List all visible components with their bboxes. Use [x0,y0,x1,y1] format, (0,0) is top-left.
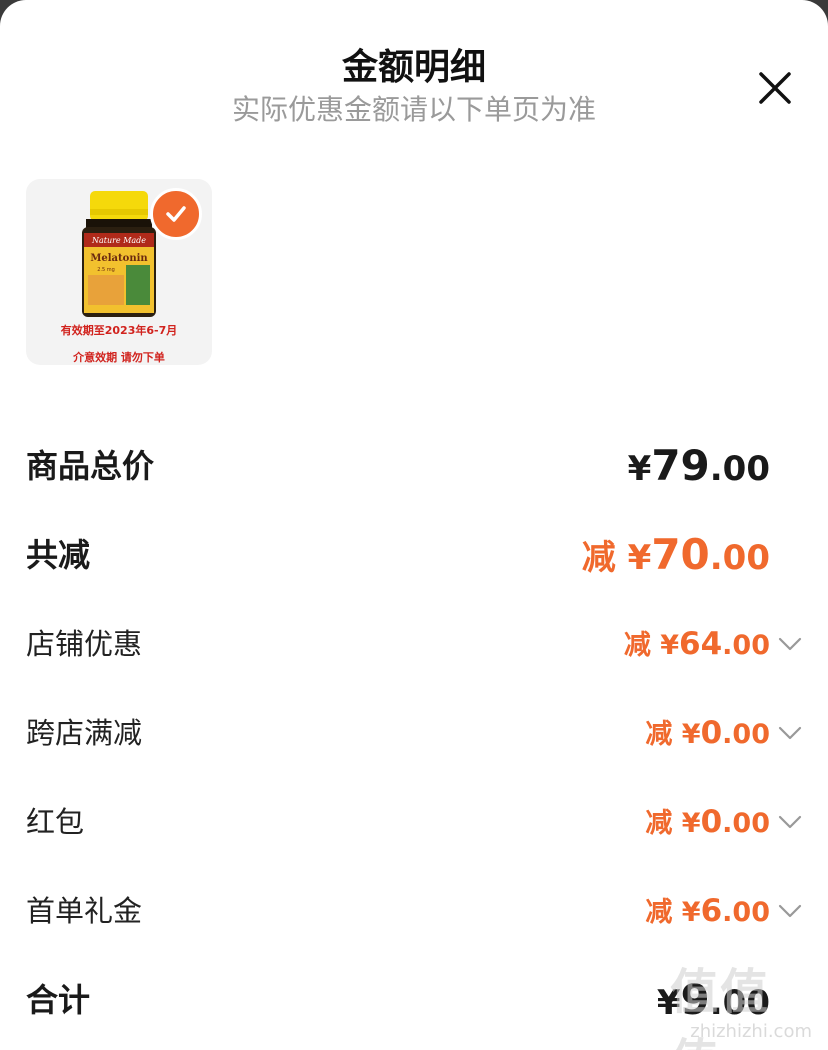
total-discount-row: 共减 减 ¥70.00 [26,525,828,585]
label-dose-text: 2.5 mg [97,267,115,273]
total-discount-label: 共减 [26,536,91,574]
watermark-domain: zhizhizhi.com [690,1021,812,1042]
chevron-down-icon[interactable] [776,630,804,658]
currency-symbol: ¥ [627,449,652,489]
discount-row-amount: 减 ¥0.00 [645,792,770,854]
amount-decimal: .00 [722,897,770,928]
discount-prefix: 减 [645,897,673,928]
total-price-amount: ¥79.00 [628,436,770,499]
amount-integer: 70 [651,530,710,579]
currency-symbol: ¥ [627,538,652,578]
sheet-subtitle: 实际优惠金额请以下单页为准 [231,93,596,126]
discount-row-label: 店铺优惠 [26,627,143,661]
total-price-label: 商品总价 [26,447,155,485]
discount-row-store[interactable]: 店铺优惠 减 ¥64.00 [26,614,828,674]
discount-row-red-packet[interactable]: 红包 减 ¥0.00 [26,792,828,852]
amount-detail-sheet: 金额明细 实际优惠金额请以下单页为准 Nature Made Melatonin [0,0,828,1050]
close-icon[interactable] [755,68,795,108]
discount-row-cross-store[interactable]: 跨店满减 减 ¥0.00 [26,703,828,763]
label-brand-text: Nature Made [91,236,146,245]
discount-prefix: 减 [623,630,651,661]
discount-prefix: 减 [645,719,673,750]
amount-integer: 79 [651,441,710,490]
chevron-down-icon[interactable] [776,808,804,836]
selected-check-icon [150,188,202,240]
discount-prefix: 减 [645,808,673,839]
amount-integer: 0 [700,804,723,840]
discount-row-label: 跨店满减 [26,716,143,750]
total-discount-amount: 减 ¥70.00 [582,525,770,588]
currency-symbol: ¥ [681,808,701,839]
amount-integer: 6 [700,893,723,929]
total-price-row: 商品总价 ¥79.00 [26,436,828,496]
discount-row-label: 红包 [26,805,85,839]
discount-prefix: 减 [581,538,616,578]
site-watermark: 值值值 zhizhizhi.com [670,952,820,1050]
currency-symbol: ¥ [681,719,701,750]
currency-symbol: ¥ [681,897,701,928]
amount-decimal: .00 [709,449,770,489]
chevron-down-icon[interactable] [776,719,804,747]
amount-decimal: .00 [722,719,770,750]
discount-row-amount: 减 ¥6.00 [645,881,770,943]
amount-decimal: .00 [722,808,770,839]
amount-decimal: .00 [709,538,770,578]
discount-row-label: 首单礼金 [26,894,143,928]
amount-decimal: .00 [722,630,770,661]
sheet-title: 金额明细 [341,47,486,88]
discount-row-first-order-gift[interactable]: 首单礼金 减 ¥6.00 [26,881,828,941]
amount-integer: 0 [700,715,723,751]
currency-symbol: ¥ [660,630,680,661]
expiry-notice: 有效期至2023年6-7月 [60,324,178,337]
expiry-warning: 介意效期 请勿下单 [73,351,165,364]
chevron-down-icon[interactable] [776,897,804,925]
discount-row-amount: 减 ¥0.00 [645,703,770,765]
discount-row-amount: 减 ¥64.00 [624,614,770,676]
label-name-text: Melatonin [90,253,148,264]
amount-integer: 64 [679,626,723,662]
grand-total-label: 合计 [26,981,91,1019]
